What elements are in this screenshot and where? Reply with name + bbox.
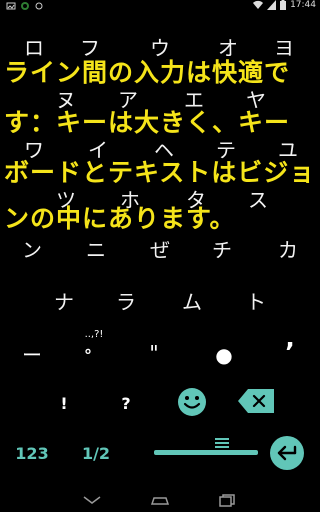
kana-key[interactable]: ウ bbox=[142, 38, 178, 58]
kana-key[interactable]: ナ bbox=[46, 292, 82, 312]
kana-key[interactable]: ヤ bbox=[238, 90, 274, 110]
enter-arrow-icon bbox=[277, 445, 297, 461]
status-bar: 17:44 bbox=[0, 0, 320, 14]
kana-key[interactable]: ヨ bbox=[266, 38, 302, 58]
battery-icon bbox=[280, 0, 287, 10]
status-time: 17:44 bbox=[290, 0, 316, 10]
kana-key[interactable]: ヘ bbox=[146, 140, 182, 160]
kana-key[interactable]: ニ bbox=[78, 240, 114, 260]
kana-key[interactable]: オ bbox=[210, 38, 246, 58]
key-dot[interactable]: ● bbox=[204, 340, 244, 370]
mode-switch-button[interactable]: 123 bbox=[12, 438, 52, 468]
enter-button[interactable] bbox=[270, 436, 304, 470]
message-line-1: ライン間の入力は快適で bbox=[4, 58, 291, 87]
space-menu-icon bbox=[215, 438, 229, 448]
kana-key[interactable]: イ bbox=[80, 140, 116, 160]
image-icon bbox=[6, 2, 16, 10]
recents-icon[interactable] bbox=[216, 492, 240, 508]
android-icon bbox=[21, 2, 29, 10]
key-punct-hint: ..,?! bbox=[84, 328, 104, 340]
message-line-4: ンの中にあります。 bbox=[4, 204, 236, 233]
kana-key[interactable]: カ bbox=[270, 240, 306, 260]
kana-key[interactable]: ラ bbox=[108, 292, 144, 312]
message-line-3: ボードとテキストはビジョ bbox=[4, 158, 316, 187]
status-bar-right: 17:44 bbox=[253, 0, 316, 10]
kana-key[interactable]: ト bbox=[238, 292, 274, 312]
signal-icon bbox=[267, 0, 277, 10]
kana-key[interactable]: フ bbox=[72, 38, 108, 58]
kana-key[interactable]: ロ bbox=[16, 38, 52, 58]
kana-key[interactable]: ム bbox=[174, 292, 210, 312]
wifi-icon bbox=[253, 0, 264, 10]
home-icon[interactable] bbox=[148, 492, 172, 508]
key-long-vowel[interactable]: ー bbox=[12, 338, 52, 368]
sync-icon bbox=[35, 2, 43, 10]
key-question[interactable]: ? bbox=[106, 388, 146, 418]
kana-key[interactable]: ア bbox=[110, 90, 146, 110]
page-switch-button[interactable]: 1/2 bbox=[76, 438, 116, 468]
kana-key[interactable]: ワ bbox=[16, 140, 52, 160]
message-line-2: す：キーは大きく、キー bbox=[4, 108, 291, 137]
kana-key[interactable]: ユ bbox=[270, 140, 306, 160]
key-quote[interactable]: " bbox=[134, 338, 174, 368]
kana-key[interactable]: ン bbox=[14, 240, 50, 260]
kana-key[interactable]: テ bbox=[208, 140, 244, 160]
navigation-bar bbox=[0, 488, 320, 512]
kana-key[interactable]: エ bbox=[176, 90, 212, 110]
space-bar[interactable] bbox=[154, 450, 258, 455]
back-icon[interactable] bbox=[80, 492, 104, 508]
status-bar-left-icons bbox=[6, 1, 44, 11]
key-degree[interactable]: ° bbox=[68, 340, 108, 370]
key-apostrophe[interactable]: ’ bbox=[270, 338, 310, 368]
emoji-key-smile-icon[interactable] bbox=[176, 386, 208, 418]
backspace-icon[interactable] bbox=[238, 387, 276, 415]
kana-key[interactable]: ヌ bbox=[48, 90, 84, 110]
kana-key[interactable]: ぜ bbox=[142, 240, 178, 260]
kana-key[interactable]: チ bbox=[204, 240, 240, 260]
key-exclaim[interactable]: ! bbox=[44, 388, 84, 418]
